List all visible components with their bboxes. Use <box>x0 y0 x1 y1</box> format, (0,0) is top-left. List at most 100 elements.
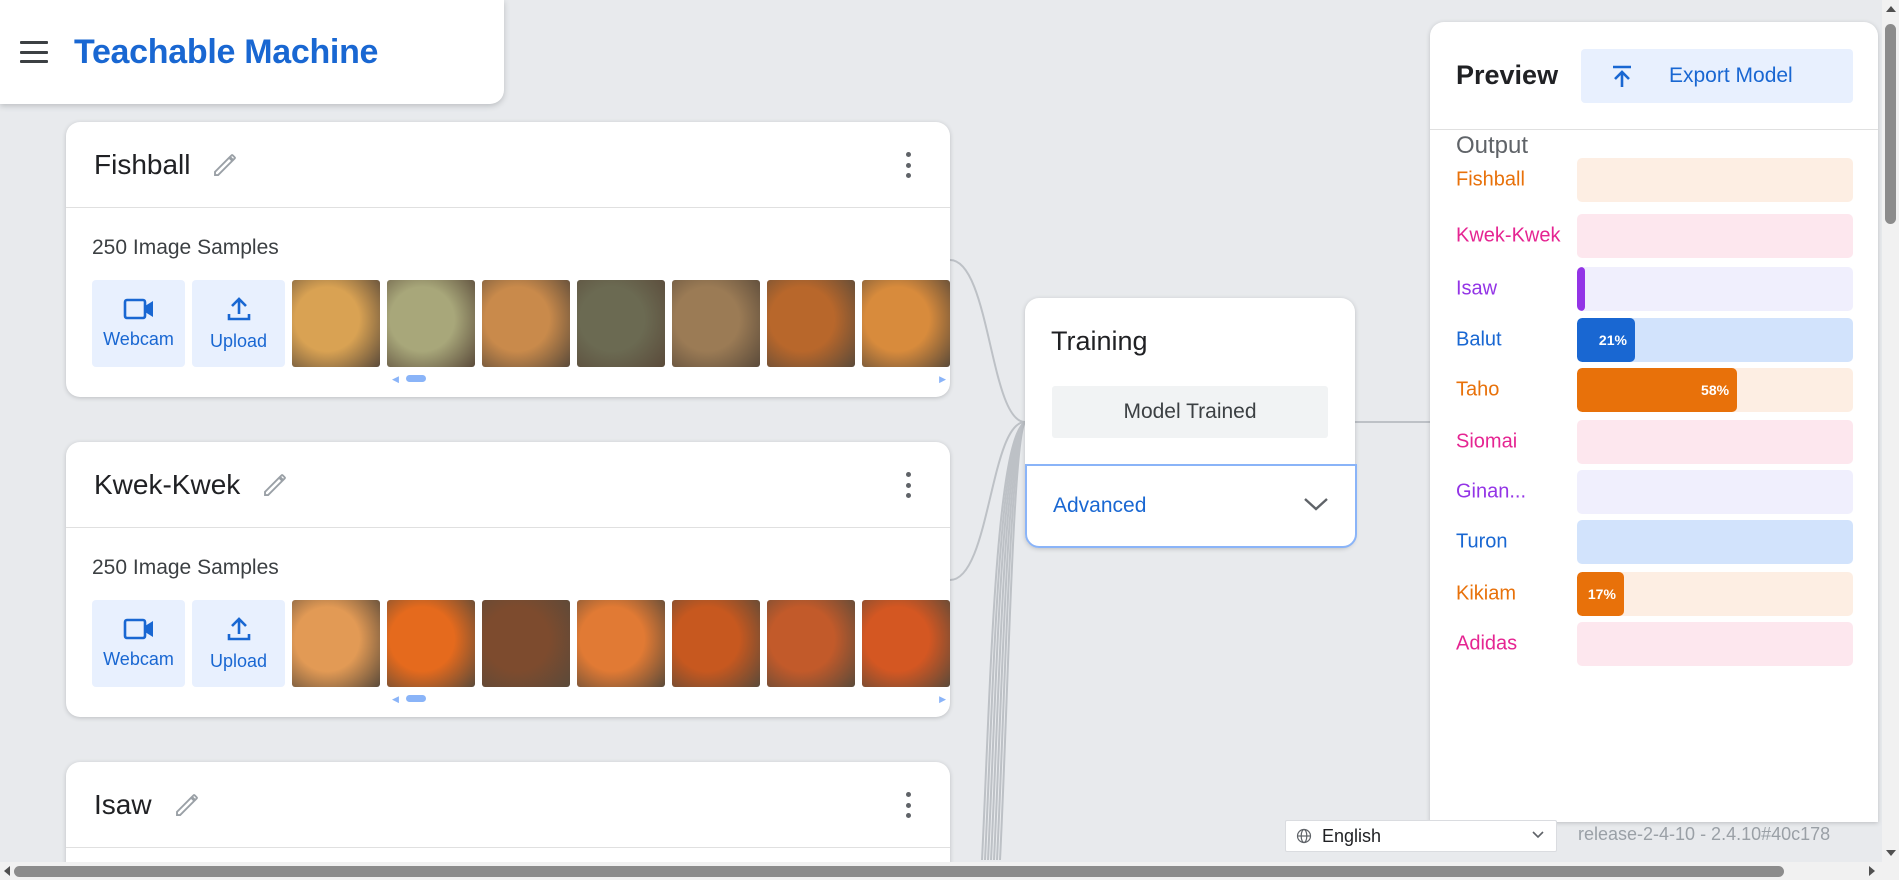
upload-button[interactable]: Upload <box>192 280 285 367</box>
thumbnail-scrollbar[interactable]: ◀ ▶ <box>392 373 946 385</box>
output-class-name: Ginan... <box>1456 480 1527 503</box>
sample-thumbnail[interactable] <box>767 280 855 367</box>
sample-thumbnail[interactable] <box>577 600 665 687</box>
output-class-name: Turon <box>1456 530 1508 553</box>
upload-icon <box>227 297 250 321</box>
output-class-name: Adidas <box>1456 632 1518 655</box>
sample-thumbnail[interactable] <box>767 600 855 687</box>
export-icon <box>1613 65 1631 87</box>
scroll-thumb[interactable] <box>406 375 426 382</box>
confidence-bar: 21% <box>1577 318 1853 362</box>
output-class-name: Balut <box>1456 328 1502 351</box>
confidence-bar <box>1577 470 1853 514</box>
train-model-button[interactable]: Model Trained <box>1052 386 1328 438</box>
sample-thumbnails[interactable] <box>292 280 950 367</box>
output-label: Output <box>1456 132 1529 159</box>
horizontal-scrollbar[interactable] <box>0 862 1899 880</box>
sample-thumbnail[interactable] <box>862 280 950 367</box>
preview-title: Preview <box>1456 60 1559 90</box>
output-row: Isaw <box>1456 267 1853 311</box>
advanced-label: Advanced <box>1053 494 1147 517</box>
confidence-bar: 17% <box>1577 572 1853 616</box>
pencil-icon[interactable] <box>172 790 202 820</box>
sample-thumbnail[interactable] <box>862 600 950 687</box>
vertical-scrollbar[interactable] <box>1882 0 1899 862</box>
sample-count: 250 Image Samples <box>92 236 279 259</box>
sample-thumbnail[interactable] <box>387 280 475 367</box>
sample-row: Webcam Upload <box>92 600 950 687</box>
confidence-bar: 58% <box>1577 368 1853 412</box>
class-card-kwek-kwek: Kwek-Kwek 250 Image Samples Webcam Uploa… <box>66 442 950 717</box>
output-class-name: Kikiam <box>1456 582 1517 605</box>
sample-thumbnails[interactable] <box>292 600 950 687</box>
advanced-toggle[interactable]: Advanced <box>1025 464 1357 548</box>
scroll-down-icon[interactable] <box>1886 850 1896 856</box>
sample-thumbnail[interactable] <box>387 600 475 687</box>
export-model-button[interactable]: Export Model <box>1581 49 1853 103</box>
sample-thumbnail[interactable] <box>482 280 570 367</box>
app-title[interactable]: Teachable Machine <box>74 33 378 72</box>
scroll-right-icon[interactable]: ▶ <box>939 694 946 705</box>
scroll-left-icon[interactable]: ◀ <box>392 374 399 385</box>
webcam-icon <box>123 618 153 640</box>
output-row: Ginan... <box>1456 470 1853 514</box>
pencil-icon[interactable] <box>260 470 290 500</box>
class-name[interactable]: Kwek-Kwek <box>94 469 240 501</box>
sample-thumbnail[interactable] <box>672 280 760 367</box>
scroll-left-icon[interactable]: ◀ <box>392 694 399 705</box>
output-row: Kwek-Kwek <box>1456 214 1853 258</box>
output-row: Fishball <box>1456 158 1853 202</box>
training-title: Training <box>1051 326 1148 356</box>
scroll-left-icon[interactable] <box>4 866 10 876</box>
preview-panel: Preview Export Model Output Fishball Kwek… <box>1430 22 1878 822</box>
chevron-down-icon <box>1532 831 1544 839</box>
output-class-name: Siomai <box>1456 430 1518 453</box>
output-row: Taho 58% <box>1456 368 1853 412</box>
output-row: Balut 21% <box>1456 318 1853 362</box>
menu-icon[interactable] <box>20 41 48 63</box>
thumbnail-scrollbar[interactable]: ◀ ▶ <box>392 693 946 705</box>
webcam-label: Webcam <box>103 329 174 349</box>
sample-thumbnail[interactable] <box>482 600 570 687</box>
upload-label: Upload <box>209 651 268 671</box>
more-options-icon[interactable] <box>904 792 912 818</box>
class-name[interactable]: Isaw <box>94 789 152 821</box>
webcam-button[interactable]: Webcam <box>92 600 185 687</box>
more-options-icon[interactable] <box>904 472 912 498</box>
confidence-bar <box>1577 214 1853 258</box>
sample-row: Webcam Upload <box>92 280 950 367</box>
pencil-icon[interactable] <box>210 150 240 180</box>
language-select[interactable]: English <box>1285 820 1557 852</box>
scroll-right-icon[interactable]: ▶ <box>939 374 946 385</box>
confidence-bar <box>1577 622 1853 666</box>
vertical-scroll-thumb[interactable] <box>1885 24 1896 224</box>
version-text: release-2-4-10 - 2.4.10#40c178 <box>1578 824 1831 844</box>
class-name[interactable]: Fishball <box>94 149 190 181</box>
class-card-header: Isaw <box>66 762 950 848</box>
class-card-header: Fishball <box>66 122 950 208</box>
confidence-fill: 21% <box>1577 318 1635 362</box>
scroll-right-icon[interactable] <box>1869 866 1875 876</box>
sample-thumbnail[interactable] <box>292 600 380 687</box>
preview-header: Preview Export Model <box>1430 22 1878 130</box>
output-row: Turon <box>1456 520 1853 564</box>
webcam-button[interactable]: Webcam <box>92 280 185 367</box>
more-options-icon[interactable] <box>904 152 912 178</box>
confidence-fill <box>1577 267 1585 311</box>
horizontal-scroll-thumb[interactable] <box>14 866 1784 877</box>
webcam-icon <box>123 298 153 320</box>
class-card-body: 250 Image Samples Webcam Upload ◀ ▶ <box>66 528 950 717</box>
upload-button[interactable]: Upload <box>192 600 285 687</box>
output-row: Siomai <box>1456 420 1853 464</box>
sample-thumbnail[interactable] <box>292 280 380 367</box>
output-class-name: Isaw <box>1456 277 1498 300</box>
sample-thumbnail[interactable] <box>577 280 665 367</box>
sample-count: 250 Image Samples <box>92 556 279 579</box>
training-card: Training Model Trained Advanced <box>1025 298 1357 548</box>
webcam-label: Webcam <box>103 649 174 669</box>
sample-thumbnail[interactable] <box>672 600 760 687</box>
scroll-up-icon[interactable] <box>1886 6 1896 12</box>
class-card-header: Kwek-Kwek <box>66 442 950 528</box>
scroll-thumb[interactable] <box>406 695 426 702</box>
export-label: Export Model <box>1669 64 1793 87</box>
